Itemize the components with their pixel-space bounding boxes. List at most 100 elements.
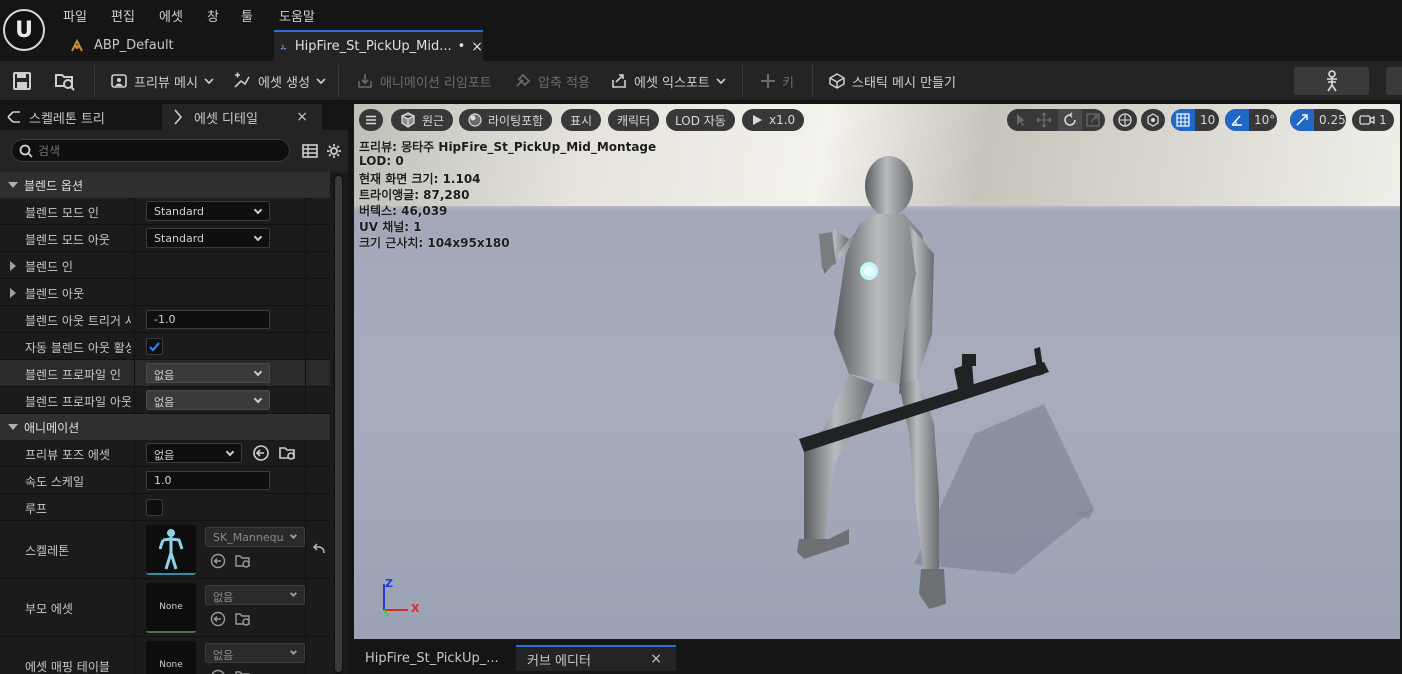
blend-profile-out-dropdown[interactable]: 없음 <box>146 390 270 410</box>
rotation-snap-toggle[interactable] <box>1225 109 1249 131</box>
skeleton-dropdown[interactable]: SK_Mannequ <box>205 527 305 547</box>
expand-arrow-icon[interactable] <box>10 288 16 298</box>
details-scrollbar[interactable] <box>334 174 343 674</box>
scale-icon[interactable] <box>1086 113 1100 127</box>
parent-asset-dropdown[interactable]: 없음 <box>205 585 305 605</box>
divider <box>134 225 135 251</box>
scale-arrow-icon <box>1296 114 1308 126</box>
rotate-tool-active[interactable] <box>1058 109 1082 131</box>
use-selected-icon[interactable] <box>252 444 270 462</box>
export-asset-button[interactable]: 에셋 익스포트 <box>610 69 726 93</box>
character-button[interactable]: 캐릭터 <box>608 109 660 131</box>
stat-approx-size-line: 크기 근사치: 104x95x180 <box>359 236 510 250</box>
property-label: 스켈레톤 <box>25 544 70 558</box>
gear-icon[interactable] <box>326 143 342 159</box>
camera-speed-button[interactable]: 1 <box>1352 109 1394 131</box>
stat-lod-line: LOD: 0 <box>359 154 404 168</box>
grid-snap-button[interactable]: 10 <box>1171 109 1219 131</box>
reset-to-default-icon[interactable] <box>312 543 326 555</box>
property-label: 블렌드 아웃 <box>25 287 85 301</box>
coordinate-space-button[interactable] <box>1113 109 1137 131</box>
menu-help[interactable]: 도움말 <box>279 6 315 25</box>
key-button[interactable]: 키 <box>760 69 794 93</box>
make-static-mesh-button[interactable]: 스태틱 메시 만들기 <box>828 69 956 93</box>
menu-bar: U 파일 편집 에셋 창 툴 도움말 <box>0 0 1402 51</box>
rotation-snap-button[interactable]: 10° <box>1225 109 1277 131</box>
use-selected-icon[interactable] <box>210 611 226 627</box>
table-view-icon[interactable] <box>302 143 318 159</box>
browse-asset-icon[interactable] <box>278 444 298 462</box>
asset-mapping-dropdown[interactable]: 없음 <box>205 643 305 663</box>
create-asset-button[interactable]: 에셋 생성 <box>232 69 326 93</box>
blend-out-trigger-input[interactable]: -1.0 <box>146 310 270 329</box>
tab-hipfire-montage[interactable]: HipFire_St_PickUp_Mid... • × <box>274 30 483 61</box>
tab-asset-details[interactable]: 에셋 디테일 × <box>162 104 322 130</box>
viewport-options-button[interactable] <box>359 109 383 131</box>
parent-asset-thumbnail[interactable]: None <box>146 583 196 633</box>
skeleton-thumbnail[interactable] <box>146 525 196 575</box>
close-panel-icon[interactable]: × <box>296 109 308 125</box>
browse-button[interactable] <box>54 69 76 93</box>
search-input[interactable] <box>38 142 278 160</box>
asset-mapping-thumbnail[interactable]: None <box>146 641 196 674</box>
divider <box>305 360 306 386</box>
divider <box>305 521 306 578</box>
expand-arrow-icon[interactable] <box>10 261 16 271</box>
row-blend-in[interactable]: 블렌드 인 <box>0 252 330 279</box>
main-toolbar: 프리뷰 메시 에셋 생성 애니메이션 리임포트 압축 적용 에셋 익스포트 키 … <box>0 61 1402 101</box>
skeleton-mode-button[interactable] <box>1294 67 1369 95</box>
show-button[interactable]: 표시 <box>561 109 602 131</box>
scale-snap-button[interactable]: 0.25 <box>1290 109 1346 131</box>
property-label: 자동 블렌드 아웃 활성... <box>25 341 131 355</box>
row-parent-asset: 부모 에셋 None 없음 <box>0 579 330 637</box>
divider <box>134 333 135 359</box>
menu-file[interactable]: 파일 <box>63 6 87 25</box>
divider <box>305 440 306 466</box>
use-selected-icon[interactable] <box>210 553 226 569</box>
tab-montage-timeline[interactable]: HipFire_St_PickUp_... <box>356 645 514 671</box>
row-blend-out[interactable]: 블렌드 아웃 <box>0 279 330 306</box>
reimport-animation-button[interactable]: 애니메이션 리임포트 <box>356 69 492 93</box>
lit-mode-button[interactable]: 라이팅포함 <box>459 109 553 131</box>
mode-button-cut[interactable] <box>1386 67 1402 95</box>
chevron-down-icon <box>289 531 298 540</box>
preview-mesh-button[interactable]: 프리뷰 메시 <box>110 69 214 93</box>
unreal-logo-icon[interactable]: U <box>3 9 45 51</box>
perspective-button[interactable]: 원근 <box>391 109 454 131</box>
tab-curve-editor[interactable]: 커브 에디터 × <box>516 645 676 671</box>
browse-asset-icon[interactable] <box>234 553 252 569</box>
browse-asset-icon[interactable] <box>234 611 252 627</box>
close-tab-icon[interactable]: × <box>650 651 662 667</box>
lod-auto-button[interactable]: LOD 자동 <box>666 109 735 131</box>
select-cursor-icon[interactable] <box>1014 113 1028 127</box>
loop-checkbox[interactable] <box>146 499 163 516</box>
category-blend-options[interactable]: 블렌드 옵션 <box>0 172 330 198</box>
close-tab-icon[interactable]: × <box>471 39 483 55</box>
preview-viewport[interactable]: 원근 라이팅포함 표시 캐릭터 LOD 자동 x1.0 10 10° 0.25 … <box>354 104 1400 639</box>
left-panel: 스켈레톤 트리 에셋 디테일 × 검색 블렌드 옵션 블렌드 모드 인 Stan… <box>0 102 348 674</box>
save-button[interactable] <box>12 69 32 93</box>
translate-icon[interactable] <box>1036 112 1052 128</box>
blend-mode-in-dropdown[interactable]: Standard <box>146 201 270 221</box>
menu-edit[interactable]: 편집 <box>111 6 135 25</box>
play-rate-button[interactable]: x1.0 <box>742 109 805 131</box>
tab-abp-default[interactable]: ABP_Default <box>66 30 266 61</box>
apply-compression-button[interactable]: 압축 적용 <box>514 69 590 93</box>
menu-tools[interactable]: 툴 <box>241 6 253 25</box>
category-animation[interactable]: 애니메이션 <box>0 414 330 440</box>
blend-mode-out-dropdown[interactable]: Standard <box>146 228 270 248</box>
preview-pose-asset-dropdown[interactable]: 없음 <box>146 443 242 463</box>
browse-asset-icon[interactable] <box>234 669 252 674</box>
scale-snap-toggle[interactable] <box>1290 109 1314 131</box>
tab-skeleton-tree[interactable]: 스켈레톤 트리 <box>0 104 160 130</box>
blend-profile-in-dropdown[interactable]: 없음 <box>146 363 270 383</box>
menu-window[interactable]: 창 <box>207 6 219 25</box>
scrollbar-thumb[interactable] <box>335 176 342 672</box>
auto-blend-out-checkbox[interactable] <box>146 338 163 355</box>
grid-snap-toggle[interactable] <box>1171 109 1195 131</box>
rate-scale-input[interactable]: 1.0 <box>146 471 270 490</box>
surface-snap-button[interactable] <box>1141 109 1165 131</box>
use-selected-icon[interactable] <box>210 669 226 674</box>
row-blend-profile-in: 블렌드 프로파일 인 없음 <box>0 360 330 387</box>
menu-asset[interactable]: 에셋 <box>159 6 183 25</box>
